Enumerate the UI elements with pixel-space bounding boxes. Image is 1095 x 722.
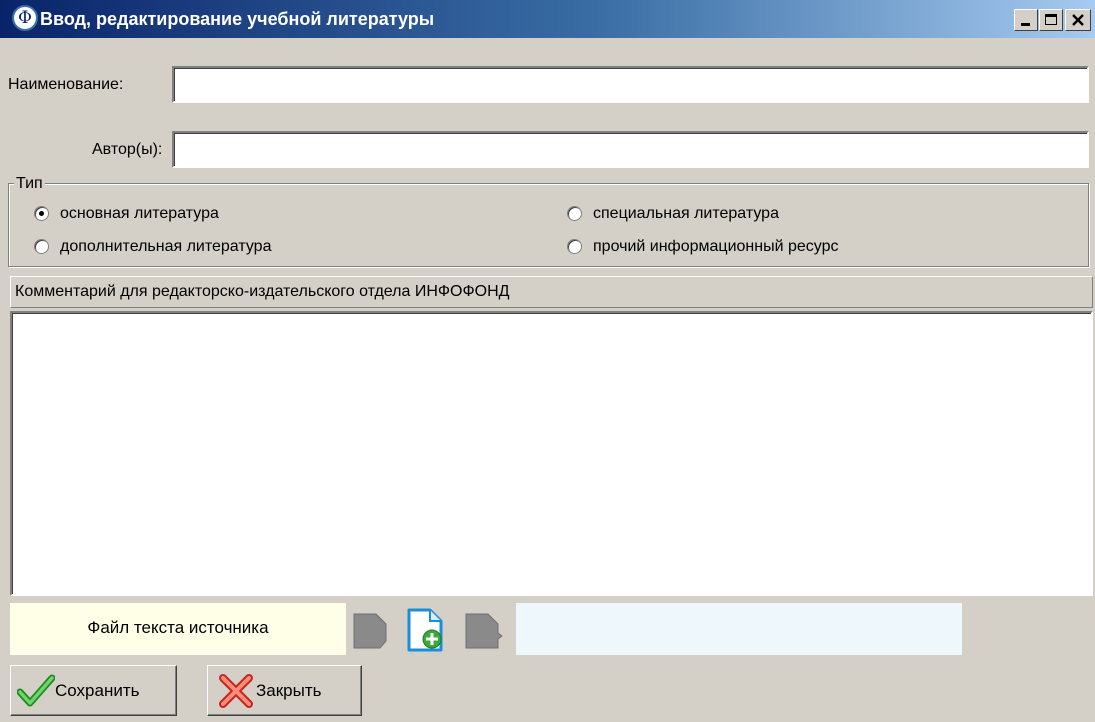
close-icon (1072, 14, 1084, 26)
file-disabled-icon[interactable] (352, 611, 388, 651)
author-input[interactable] (172, 131, 1089, 168)
remove-file-disabled-icon[interactable] (464, 611, 504, 651)
maximize-button[interactable] (1039, 9, 1063, 31)
minimize-icon (1021, 23, 1030, 26)
file-label: Файл текста источника (87, 618, 269, 637)
radio-label: дополнительная литература (60, 238, 272, 255)
window-title: Ввод, редактирование учебной литературы (40, 9, 435, 29)
radio-button[interactable] (567, 206, 582, 221)
check-icon (17, 674, 55, 707)
save-button[interactable]: Сохранить (10, 665, 177, 716)
radio-button-checked[interactable] (34, 206, 49, 221)
file-info-area (516, 603, 962, 655)
comment-header: Комментарий для редакторско-издательског… (10, 276, 1093, 308)
file-toolbar (346, 603, 516, 655)
radio-label: прочий информационный ресурс (593, 238, 839, 255)
radio-label: специальная литература (593, 205, 779, 222)
type-group-legend: Тип (14, 175, 45, 193)
title-bar: Φ Ввод, редактирование учебной литератур… (0, 0, 1095, 38)
author-label: Автор(ы): (92, 141, 163, 158)
x-icon (219, 674, 253, 708)
name-label: Наименование: (8, 76, 124, 93)
radio-label: основная литература (60, 205, 219, 222)
radio-button[interactable] (567, 239, 582, 254)
name-input[interactable] (172, 66, 1089, 103)
close-button-label: Закрыть (256, 681, 322, 700)
app-icon: Φ (12, 5, 38, 31)
comment-label: Комментарий для редакторско-издательског… (15, 283, 510, 300)
close-button[interactable]: Закрыть (207, 665, 362, 716)
save-button-label: Сохранить (55, 681, 140, 700)
add-file-icon[interactable] (406, 608, 444, 652)
maximize-icon (1045, 14, 1057, 25)
minimize-button[interactable] (1014, 9, 1038, 31)
file-label-panel: Файл текста источника (10, 603, 346, 655)
comment-textarea[interactable] (10, 311, 1093, 596)
radio-button[interactable] (34, 239, 49, 254)
close-window-button[interactable] (1065, 9, 1091, 31)
